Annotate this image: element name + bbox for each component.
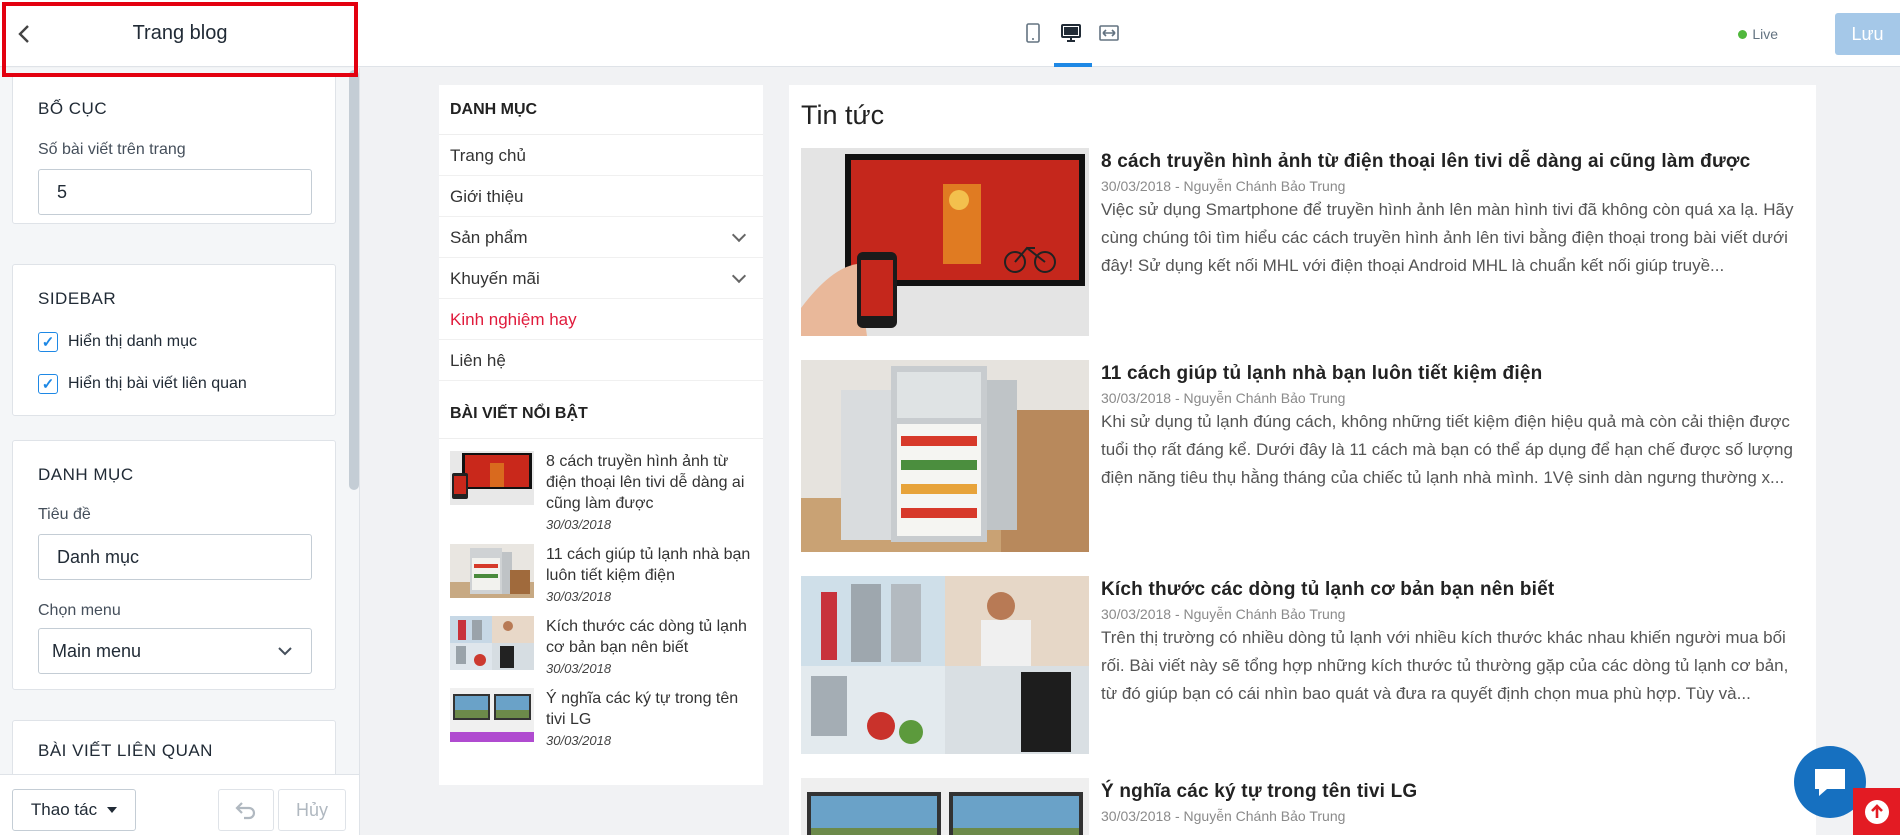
- post-title[interactable]: Kích thước các dòng tủ lạnh cơ bản bạn n…: [1101, 579, 1804, 601]
- show-related-label: Hiển thị bài viết liên quan: [68, 375, 247, 392]
- undo-icon: [235, 802, 256, 820]
- post-excerpt: Trên thị trường có nhiều dòng tủ lạnh vớ…: [1101, 628, 1789, 703]
- chat-bubble-icon: [1815, 769, 1845, 796]
- posts-per-page-label: Số bài viết trên trang: [38, 141, 186, 158]
- menu-item-promotions[interactable]: Khuyến mãi: [439, 258, 763, 299]
- sidebar-heading: SIDEBAR: [38, 289, 117, 308]
- featured-thumbnail[interactable]: [450, 544, 534, 598]
- actions-dropdown-button[interactable]: Thao tác: [12, 789, 136, 831]
- show-categories-row[interactable]: ✓ Hiển thị danh mục: [38, 332, 310, 352]
- checkbox-checked-icon[interactable]: ✓: [38, 332, 58, 352]
- featured-post[interactable]: 11 cách giúp tủ lạnh nhà bạn luôn tiết k…: [439, 544, 763, 604]
- posts-per-page-input[interactable]: 5: [38, 169, 312, 215]
- category-card: DANH MỤC Tiêu đề Danh mục Chọn menu Main…: [12, 440, 336, 690]
- active-device-indicator: [1054, 63, 1092, 67]
- blog-sidebar: DANH MỤC Trang chủ Giới thiệu Sản phẩm K…: [439, 85, 763, 785]
- cancel-button[interactable]: Hủy: [278, 789, 346, 831]
- post-title[interactable]: 11 cách giúp tủ lạnh nhà bạn luôn tiết k…: [1101, 363, 1804, 385]
- panel-scrollbar-thumb[interactable]: [349, 70, 359, 490]
- undo-button[interactable]: [218, 789, 274, 831]
- menu-item-products[interactable]: Sản phẩm: [439, 217, 763, 258]
- live-status: Live: [1738, 26, 1778, 42]
- full-width-icon[interactable]: [1098, 22, 1120, 44]
- related-heading: BÀI VIẾT LIÊN QUAN: [38, 741, 213, 760]
- post-thumbnail[interactable]: [801, 576, 1089, 754]
- tablet-icon[interactable]: [1022, 22, 1044, 44]
- post-meta: 30/03/2018 - Nguyễn Chánh Bảo Trung: [1101, 606, 1346, 622]
- featured-thumbnail[interactable]: [450, 451, 534, 505]
- live-dot-icon: [1738, 29, 1748, 39]
- post-item[interactable]: 8 cách truyền hình ảnh từ điện thoại lên…: [801, 148, 1804, 360]
- menu-select-label: Chọn menu: [38, 602, 121, 619]
- featured-post[interactable]: Kích thước các dòng tủ lạnh cơ bản bạn n…: [439, 616, 763, 676]
- menu-item-tips[interactable]: Kinh nghiệm hay: [439, 299, 763, 340]
- sidebar-card: SIDEBAR ✓ Hiển thị danh mục ✓ Hiển thị b…: [12, 264, 336, 416]
- post-item[interactable]: 11 cách giúp tủ lạnh nhà bạn luôn tiết k…: [801, 360, 1804, 576]
- layout-heading: BỐ CỤC: [38, 99, 108, 118]
- menu-item-home[interactable]: Trang chủ: [439, 135, 763, 176]
- featured-date: 30/03/2018: [546, 661, 612, 676]
- featured-date: 30/03/2018: [546, 517, 612, 532]
- featured-post[interactable]: 8 cách truyền hình ảnh từ điện thoại lên…: [439, 451, 763, 532]
- post-title[interactable]: Ý nghĩa các ký tự trong tên tivi LG: [1101, 781, 1417, 803]
- post-thumbnail[interactable]: [801, 148, 1089, 336]
- device-switcher: [1022, 22, 1120, 52]
- highlight-box: [2, 2, 358, 77]
- blog-title: Tin tức: [801, 100, 885, 130]
- post-meta: 30/03/2018 - Nguyễn Chánh Bảo Trung: [1101, 178, 1346, 194]
- post-thumbnail[interactable]: [801, 778, 1089, 835]
- layout-card: BỐ CỤC Số bài viết trên trang 5: [12, 74, 336, 224]
- menu-item-contact[interactable]: Liên hệ: [439, 340, 763, 381]
- sidebar-menu-heading: DANH MỤC: [439, 85, 763, 135]
- post-meta: 30/03/2018 - Nguyễn Chánh Bảo Trung: [1101, 808, 1346, 824]
- settings-panel: BỐ CỤC Số bài viết trên trang 5 SIDEBAR …: [0, 68, 360, 835]
- show-categories-label: Hiển thị danh mục: [68, 333, 197, 350]
- actions-label: Thao tác: [30, 800, 98, 819]
- post-excerpt: Việc sử dụng Smartphone để truyền hình ả…: [1101, 200, 1794, 275]
- featured-thumbnail[interactable]: [450, 616, 534, 670]
- post-excerpt: Khi sử dụng tủ lạnh đúng cách, không nhữ…: [1101, 412, 1793, 487]
- blog-main: Tin tức 8 cách truyền hình ảnh từ điện t…: [789, 85, 1816, 835]
- featured-date: 30/03/2018: [546, 589, 612, 604]
- desktop-icon[interactable]: [1060, 22, 1082, 44]
- chevron-down-icon: [278, 647, 292, 656]
- menu-select[interactable]: Main menu: [38, 628, 312, 674]
- panel-footer: Thao tác Hủy: [0, 774, 359, 835]
- featured-title[interactable]: Kích thước các dòng tủ lạnh cơ bản bạn n…: [546, 616, 752, 658]
- caret-down-icon: [107, 807, 118, 813]
- chevron-down-icon[interactable]: [731, 268, 747, 283]
- featured-post[interactable]: Ý nghĩa các ký tự trong tên tivi LG 30/03…: [439, 688, 763, 748]
- post-thumbnail[interactable]: [801, 360, 1089, 552]
- show-related-row[interactable]: ✓ Hiển thị bài viết liên quan: [38, 374, 310, 394]
- category-title-label: Tiêu đề: [38, 506, 91, 523]
- post-meta: 30/03/2018 - Nguyễn Chánh Bảo Trung: [1101, 390, 1346, 406]
- back-to-top-button[interactable]: [1853, 788, 1900, 835]
- category-heading: DANH MỤC: [38, 465, 134, 484]
- category-title-input[interactable]: Danh mục: [38, 534, 312, 580]
- post-item[interactable]: Kích thước các dòng tủ lạnh cơ bản bạn n…: [801, 576, 1804, 778]
- checkbox-checked-icon[interactable]: ✓: [38, 374, 58, 394]
- menu-select-value: Main menu: [52, 640, 142, 661]
- featured-title[interactable]: 8 cách truyền hình ảnh từ điện thoại lên…: [546, 451, 752, 514]
- save-button[interactable]: Lưu: [1835, 13, 1900, 55]
- featured-title[interactable]: 11 cách giúp tủ lạnh nhà bạn luôn tiết k…: [546, 544, 752, 586]
- live-label: Live: [1752, 26, 1778, 42]
- preview-area: DANH MỤC Trang chủ Giới thiệu Sản phẩm K…: [361, 68, 1900, 835]
- featured-date: 30/03/2018: [546, 733, 612, 748]
- post-title[interactable]: 8 cách truyền hình ảnh từ điện thoại lên…: [1101, 151, 1804, 173]
- menu-item-about[interactable]: Giới thiệu: [439, 176, 763, 217]
- arrow-up-icon: [1864, 799, 1889, 824]
- featured-heading: BÀI VIẾT NỔI BẬT: [439, 389, 763, 439]
- featured-thumbnail[interactable]: [450, 688, 534, 742]
- featured-title[interactable]: Ý nghĩa các ký tự trong tên tivi LG: [546, 688, 752, 730]
- post-item[interactable]: Ý nghĩa các ký tự trong tên tivi LG 30/0…: [801, 778, 1804, 835]
- chevron-down-icon[interactable]: [731, 227, 747, 242]
